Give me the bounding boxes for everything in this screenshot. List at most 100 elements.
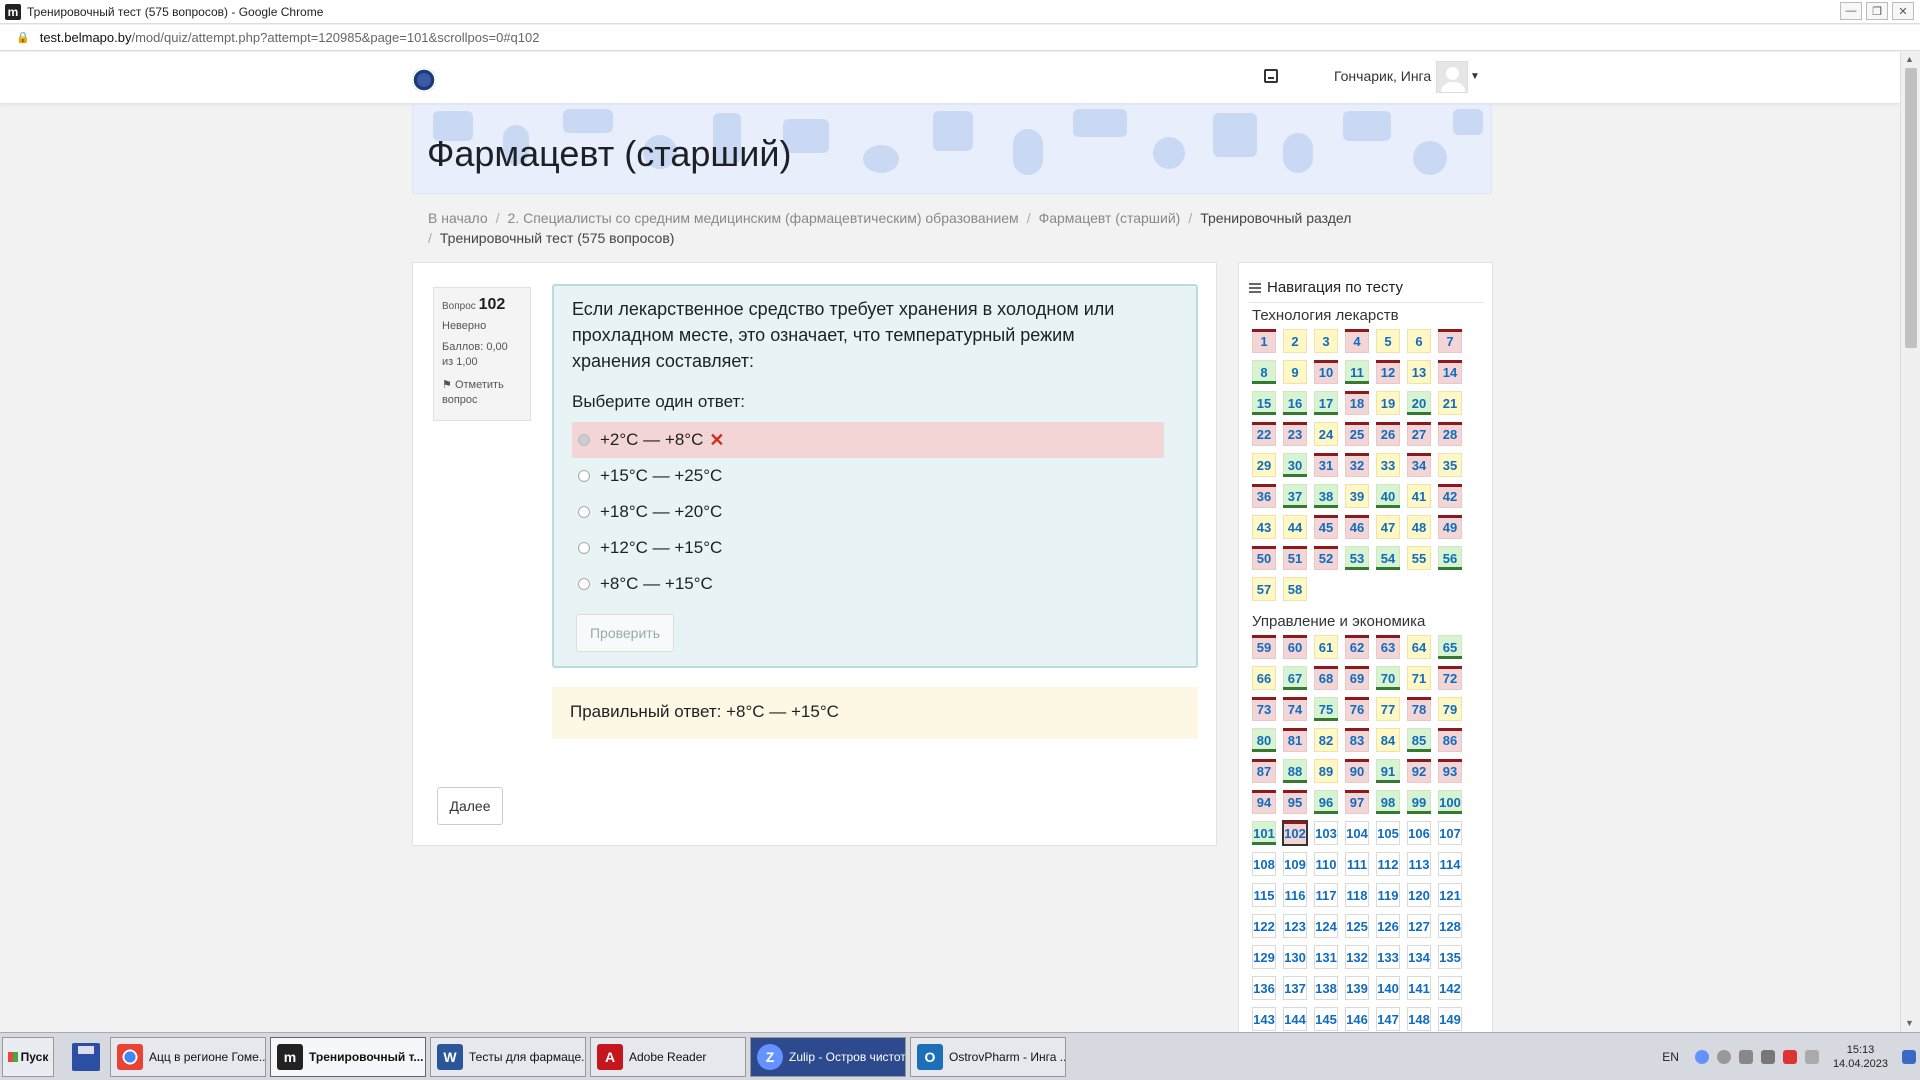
url-text[interactable]: test.belmapo.by/mod/quiz/attempt.php?att… <box>40 30 540 45</box>
question-nav-button[interactable]: 135 <box>1438 945 1462 969</box>
question-nav-button[interactable]: 140 <box>1376 976 1400 1000</box>
question-nav-button[interactable]: 97 <box>1345 790 1369 814</box>
question-nav-button[interactable]: 105 <box>1376 821 1400 845</box>
question-nav-button[interactable]: 128 <box>1438 914 1462 938</box>
question-nav-button[interactable]: 143 <box>1252 1007 1276 1031</box>
question-nav-button[interactable]: 67 <box>1283 666 1307 690</box>
question-nav-button[interactable]: 46 <box>1345 515 1369 539</box>
taskbar-item-word[interactable]: W Тесты для фармаце... <box>430 1036 586 1077</box>
question-nav-button[interactable]: 66 <box>1252 666 1276 690</box>
question-nav-button[interactable]: 54 <box>1376 546 1400 570</box>
volume-icon[interactable] <box>1738 1050 1753 1064</box>
question-nav-button[interactable]: 118 <box>1345 883 1369 907</box>
taskbar-item-chrome[interactable]: Ацц в регионе Гоме... <box>110 1036 266 1077</box>
question-nav-button[interactable]: 123 <box>1283 914 1307 938</box>
question-nav-button[interactable]: 28 <box>1438 422 1462 446</box>
question-nav-button[interactable]: 107 <box>1438 821 1462 845</box>
question-nav-button[interactable]: 81 <box>1283 728 1307 752</box>
close-button[interactable]: ✕ <box>1892 2 1914 20</box>
answer-option[interactable]: +2°C — +8°C ✕ <box>572 422 1164 458</box>
question-nav-button[interactable]: 130 <box>1283 945 1307 969</box>
taskbar-item-moodle[interactable]: m Тренировочный т... <box>270 1036 426 1077</box>
taskbar-item-zulip[interactable]: Z Zulip - Остров чистоты <box>750 1036 906 1077</box>
question-nav-button[interactable]: 5 <box>1376 329 1400 353</box>
question-nav-button[interactable]: 82 <box>1314 728 1338 752</box>
lock-icon[interactable]: 🔒 <box>16 31 30 44</box>
question-nav-button[interactable]: 83 <box>1345 728 1369 752</box>
question-nav-button[interactable]: 29 <box>1252 453 1276 477</box>
question-nav-button[interactable]: 142 <box>1438 976 1462 1000</box>
question-nav-button[interactable]: 100 <box>1438 790 1462 814</box>
question-nav-button[interactable]: 31 <box>1314 453 1338 477</box>
question-nav-button[interactable]: 126 <box>1376 914 1400 938</box>
address-bar[interactable]: 🔒 test.belmapo.by/mod/quiz/attempt.php?a… <box>0 25 1920 51</box>
question-nav-button[interactable]: 7 <box>1438 329 1462 353</box>
question-nav-button[interactable]: 21 <box>1438 391 1462 415</box>
question-nav-button[interactable]: 133 <box>1376 945 1400 969</box>
question-nav-button[interactable]: 15 <box>1252 391 1276 415</box>
question-nav-button[interactable]: 8 <box>1252 360 1276 384</box>
scrollbar-thumb[interactable] <box>1905 68 1917 348</box>
question-nav-button[interactable]: 42 <box>1438 484 1462 508</box>
question-nav-button[interactable]: 6 <box>1407 329 1431 353</box>
display-icon[interactable] <box>1804 1050 1819 1064</box>
question-nav-button[interactable]: 73 <box>1252 697 1276 721</box>
radio-button[interactable] <box>578 578 590 590</box>
question-nav-button[interactable]: 102 <box>1282 820 1308 846</box>
question-nav-button[interactable]: 65 <box>1438 635 1462 659</box>
question-nav-button[interactable]: 50 <box>1252 546 1276 570</box>
question-nav-button[interactable]: 25 <box>1345 422 1369 446</box>
network-icon[interactable] <box>1716 1050 1731 1064</box>
question-nav-button[interactable]: 9 <box>1283 360 1307 384</box>
question-nav-button[interactable]: 115 <box>1252 883 1276 907</box>
question-nav-button[interactable]: 74 <box>1283 697 1307 721</box>
question-nav-button[interactable]: 94 <box>1252 790 1276 814</box>
question-nav-button[interactable]: 109 <box>1283 852 1307 876</box>
question-nav-button[interactable]: 53 <box>1345 546 1369 570</box>
question-nav-button[interactable]: 96 <box>1314 790 1338 814</box>
question-nav-button[interactable]: 119 <box>1376 883 1400 907</box>
question-nav-button[interactable]: 145 <box>1314 1007 1338 1031</box>
answer-option[interactable]: +18°C — +20°C <box>572 494 1164 530</box>
question-nav-button[interactable]: 36 <box>1252 484 1276 508</box>
question-nav-button[interactable]: 147 <box>1376 1007 1400 1031</box>
question-nav-button[interactable]: 24 <box>1314 422 1338 446</box>
question-nav-button[interactable]: 33 <box>1376 453 1400 477</box>
question-nav-button[interactable]: 71 <box>1407 666 1431 690</box>
question-nav-button[interactable]: 3 <box>1314 329 1338 353</box>
question-nav-button[interactable]: 41 <box>1407 484 1431 508</box>
question-nav-button[interactable]: 136 <box>1252 976 1276 1000</box>
question-nav-button[interactable]: 35 <box>1438 453 1462 477</box>
question-nav-button[interactable]: 16 <box>1283 391 1307 415</box>
question-nav-button[interactable]: 77 <box>1376 697 1400 721</box>
clock[interactable]: 15:13 14.04.2023 <box>1833 1043 1888 1071</box>
question-nav-button[interactable]: 89 <box>1314 759 1338 783</box>
question-nav-button[interactable]: 61 <box>1314 635 1338 659</box>
question-nav-button[interactable]: 106 <box>1407 821 1431 845</box>
question-nav-button[interactable]: 117 <box>1314 883 1338 907</box>
question-nav-button[interactable]: 121 <box>1438 883 1462 907</box>
question-nav-button[interactable]: 63 <box>1376 635 1400 659</box>
question-nav-button[interactable]: 78 <box>1407 697 1431 721</box>
question-nav-button[interactable]: 125 <box>1345 914 1369 938</box>
question-nav-button[interactable]: 43 <box>1252 515 1276 539</box>
radio-button[interactable] <box>578 434 590 446</box>
question-nav-button[interactable]: 13 <box>1407 360 1431 384</box>
site-logo[interactable] <box>412 68 436 92</box>
question-nav-button[interactable]: 93 <box>1438 759 1462 783</box>
taskbar-item-ostrovpharm[interactable]: O OstrovPharm - Инга ... <box>910 1036 1066 1077</box>
question-nav-button[interactable]: 112 <box>1376 852 1400 876</box>
question-nav-button[interactable]: 116 <box>1283 883 1307 907</box>
chevron-down-icon[interactable]: ▼ <box>1470 71 1480 82</box>
zulip-tray-icon[interactable] <box>1694 1050 1709 1064</box>
question-nav-button[interactable]: 48 <box>1407 515 1431 539</box>
question-nav-button[interactable]: 26 <box>1376 422 1400 446</box>
question-nav-button[interactable]: 2 <box>1283 329 1307 353</box>
question-nav-button[interactable]: 27 <box>1407 422 1431 446</box>
question-nav-button[interactable]: 141 <box>1407 976 1431 1000</box>
radio-button[interactable] <box>578 542 590 554</box>
question-nav-button[interactable]: 120 <box>1407 883 1431 907</box>
scroll-up-arrow[interactable]: ▲ <box>1905 54 1914 64</box>
radio-button[interactable] <box>578 470 590 482</box>
question-nav-button[interactable]: 127 <box>1407 914 1431 938</box>
